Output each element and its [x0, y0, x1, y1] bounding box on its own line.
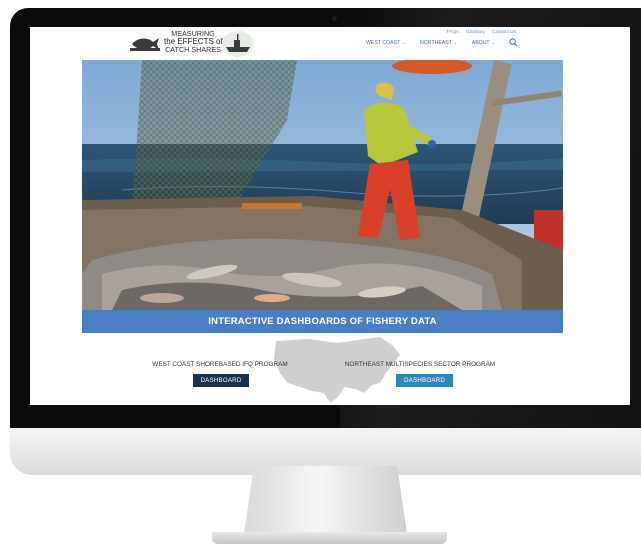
search-icon[interactable]	[509, 38, 518, 47]
logo-text: MEASURING the EFFECTS of CATCH SHARES	[164, 29, 223, 55]
chevron-down-icon: ⌄	[453, 40, 458, 45]
nav-northeast-label: NORTHEAST	[420, 40, 452, 46]
chevron-down-icon: ⌄	[491, 40, 495, 45]
site-logo[interactable]: MEASURING the EFFECTS of CATCH SHARES	[130, 29, 260, 58]
monitor-stand	[244, 466, 407, 534]
site-header: MEASURING the EFFECTS of CATCH SHARES FA…	[30, 27, 630, 60]
faqs-link[interactable]: FAQs	[447, 30, 459, 35]
contact-link[interactable]: Contact Us	[492, 30, 516, 35]
us-map-graphic	[274, 337, 400, 403]
dashboard-button-northeast[interactable]: DASHBOARD	[396, 374, 453, 387]
nav-northeast[interactable]: NORTHEAST ⌄	[420, 40, 457, 46]
utility-nav: FAQs Glossary Contact Us	[441, 30, 516, 35]
fish-icon	[130, 38, 160, 51]
hero-banner: INTERACTIVE DASHBOARDS OF FISHERY DATA	[82, 310, 563, 333]
dashboard-button-west-coast[interactable]: DASHBOARD	[193, 374, 249, 387]
nav-west-coast[interactable]: WEST COAST ⌄	[366, 40, 406, 46]
chevron-down-icon: ⌄	[402, 40, 406, 45]
nav-west-coast-label: WEST COAST	[366, 40, 401, 46]
program-title-west-coast: WEST COAST SHOREBASED IFQ PROGRAM	[152, 361, 288, 368]
monitor-stand-base	[212, 532, 447, 544]
browser-screen: MEASURING the EFFECTS of CATCH SHARES FA…	[30, 27, 630, 405]
camera-icon	[332, 16, 337, 21]
logo-line-3: CATCH SHARES	[165, 45, 221, 55]
boat-icon	[222, 31, 254, 57]
program-title-northeast: NORTHEAST MULTISPECIES SECTOR PROGRAM	[344, 361, 496, 368]
glossary-link[interactable]: Glossary	[466, 30, 485, 35]
nav-about[interactable]: ABOUT ⌄	[472, 40, 495, 46]
main-nav: WEST COAST ⌄ NORTHEAST ⌄ ABOUT ⌄	[366, 40, 508, 46]
hero-image	[82, 60, 563, 310]
nav-about-label: ABOUT	[471, 40, 490, 46]
